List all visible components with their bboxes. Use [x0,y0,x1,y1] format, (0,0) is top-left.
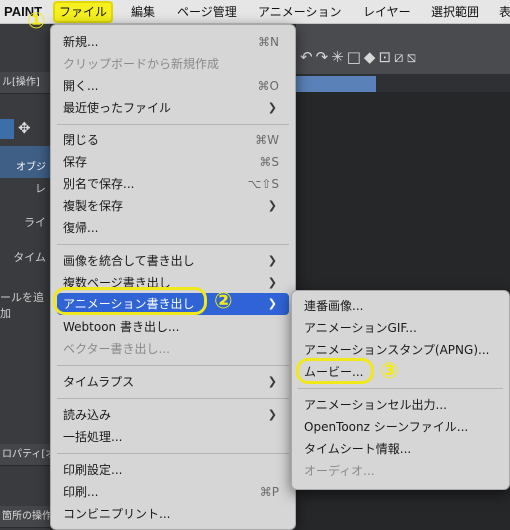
menu-item-audio: オーディオ... [304,464,375,478]
sub-tool-property-header: ロパティ[オ [0,444,50,466]
menu-item-revert[interactable]: 復帰... [57,217,289,239]
menu-item-convenience-print[interactable]: コンビニプリント... [57,503,289,525]
step1-badge: ① [27,9,46,34]
menu-item-cell-output[interactable]: アニメーションセル出力... [298,394,503,416]
menu-item-export-webtoon[interactable]: Webtoon 書き出し... [57,316,289,338]
spinner-icon[interactable]: ✳ [331,48,347,66]
menu-separator [57,398,289,399]
menu-item-batch-process[interactable]: 一括処理... [57,426,289,448]
menu-item-animated-gif[interactable]: アニメーションGIF... [298,317,503,339]
menu-item-close[interactable]: 閉じる ⌘W [57,129,289,151]
undo-icon[interactable]: ↶ [300,48,316,66]
menu-item-import[interactable]: 読み込み ❯ [57,404,289,426]
panel-label-light: ライ [24,216,46,229]
menu-separator [57,124,289,125]
panel-label-layer: レ [35,182,46,195]
file-menu: 新規... ⌘N クリップボードから新規作成 開く... ⌘O 最近使ったファイル ❯… [50,24,296,530]
object-panel-tab[interactable]: オブジ [0,146,50,178]
menu-animation[interactable]: アニメーション [258,0,342,24]
menu-item-print-setup[interactable]: 印刷設定... [57,459,289,481]
menu-separator [298,388,503,389]
step2-highlight-ring [53,287,207,315]
menu-item-timelapse[interactable]: タイムラプス ❯ [57,371,289,393]
shortcut-label: ⌘S [259,155,279,169]
menu-file[interactable]: ファイル [53,1,114,23]
menu-item-open[interactable]: 開く... ⌘O [57,75,289,97]
selection-bar [296,76,376,92]
menu-layer[interactable]: レイヤー [363,0,411,24]
menu-item-timesheet[interactable]: タイムシート情報... [298,438,503,460]
menu-item-recent-files[interactable]: 最近使ったファイル ❯ [57,97,289,119]
step3-highlight-ring [296,358,374,384]
left-panel-area: ル[操作] ✥ オブジ レ ライ タイム ールを追加 ロパティ[オ 箇所の操作 [0,24,50,530]
menu-separator [57,453,289,454]
command-bar-icons: ↶↷✳□◆⊡⧄⧅ [300,48,510,70]
step2-badge: ② [214,289,233,314]
chevron-right-icon: ❯ [267,297,277,310]
step3-badge: ③ [380,359,399,384]
menu-item-save-duplicate[interactable]: 複製を保存 ❯ [57,195,289,217]
menu-item-save-as[interactable]: 別名で保存... ⌥⇧S [57,173,289,195]
menu-selection[interactable]: 選択範囲 [431,0,479,24]
shortcut-label: ⌘O [257,79,279,93]
tool-color-swatch [0,119,14,139]
move-icon[interactable]: ✥ [18,120,34,136]
menu-item-save[interactable]: 保存 ⌘S [57,151,289,173]
chevron-right-icon: ❯ [267,375,277,388]
tool-property-header: ル[操作] [0,72,50,94]
transform-icon[interactable]: ⊡ [378,48,394,66]
shortcut-label: ⌘N [258,35,279,49]
panel-label-add-tool: ールを追加 [0,291,44,320]
menu-edit[interactable]: 編集 [131,0,155,24]
menu-item-export-vector: ベクター書き出し... [63,342,170,356]
chevron-right-icon: ❯ [267,276,277,289]
menu-item-opentoonz[interactable]: OpenToonz シーンファイル... [298,416,503,438]
menu-separator [57,365,289,366]
menu-separator [57,244,289,245]
chevron-right-icon: ❯ [267,101,277,114]
menu-item-print[interactable]: 印刷... ⌘P [57,481,289,503]
menu-item-new-from-clipboard: クリップボードから新規作成 [63,57,220,71]
shortcut-label: ⌥⇧S [247,177,280,191]
menu-bar: PAINT ファイル 編集 ページ管理 アニメーション レイヤー 選択範囲 表 [0,0,510,24]
chevron-right-icon: ❯ [267,199,277,212]
chevron-right-icon: ❯ [267,254,277,267]
hide-icon[interactable]: ⧅ [407,48,420,66]
clear-icon[interactable]: □ [347,48,364,66]
crop-icon[interactable]: ⧄ [394,48,407,66]
menu-more[interactable]: 表 [499,0,510,24]
panel-label-timeline: タイム [13,251,46,264]
operation-header: 箇所の操作 [0,506,50,528]
shortcut-label: ⌘W [255,133,279,147]
menu-item-new[interactable]: 新規... ⌘N [57,31,289,53]
fill-icon[interactable]: ◆ [364,48,379,66]
shortcut-label: ⌘P [259,485,279,499]
menu-item-image-sequence[interactable]: 連番画像... [298,295,503,317]
animation-export-submenu: 連番画像... アニメーションGIF... アニメーションスタンプ(APNG).… [291,290,510,490]
menu-page-management[interactable]: ページ管理 [177,0,237,24]
chevron-right-icon: ❯ [267,408,277,421]
menu-item-export-single[interactable]: 画像を統合して書き出し ❯ [57,250,289,272]
redo-icon[interactable]: ↷ [316,48,332,66]
